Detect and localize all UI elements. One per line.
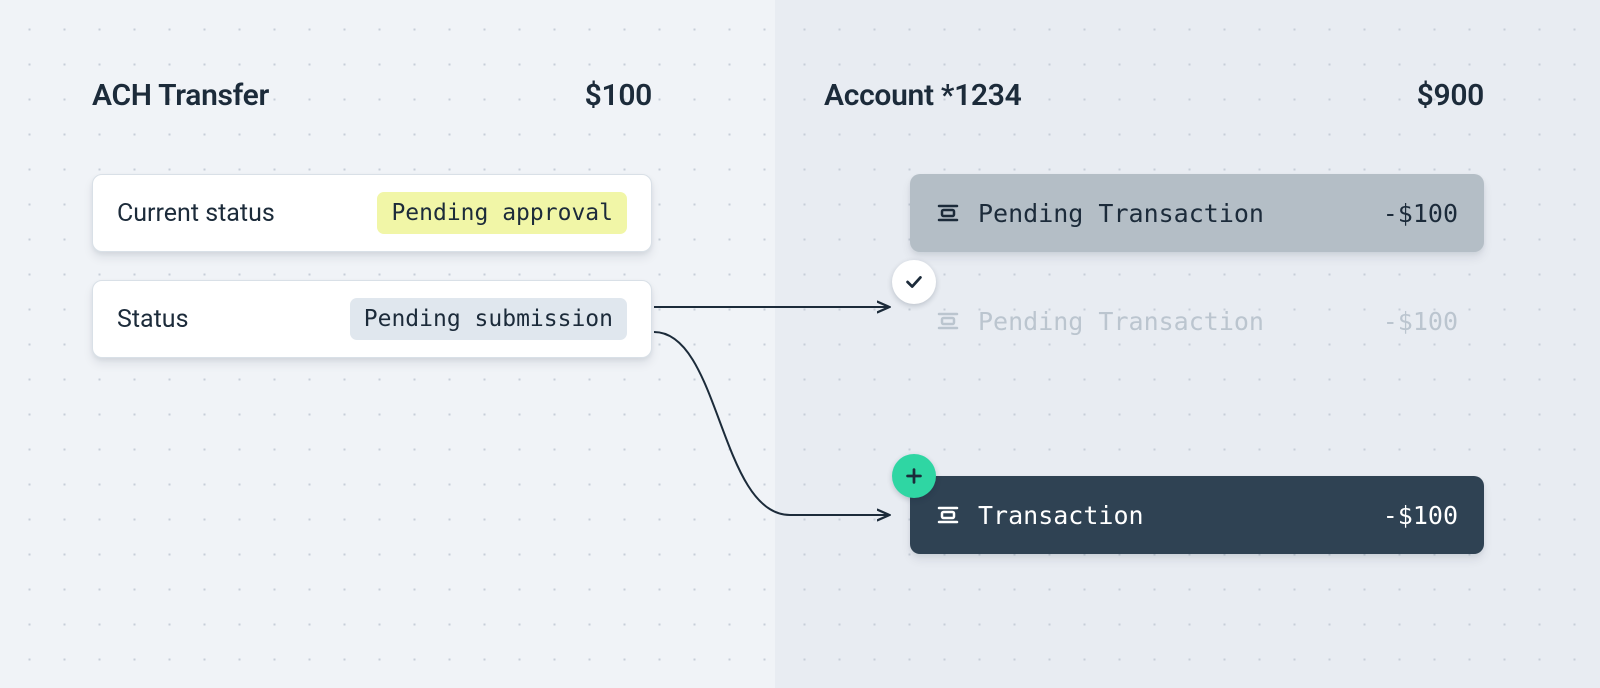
transaction-icon	[936, 201, 960, 225]
pending-transaction-label: Pending Transaction	[978, 199, 1365, 228]
transaction-amount: -$100	[1383, 501, 1458, 530]
check-badge	[892, 260, 936, 304]
diagram-stage: ACH Transfer $100 Account *1234 $900 Cur…	[0, 0, 1600, 688]
current-status-card: Current status Pending approval	[92, 174, 652, 252]
transaction-icon	[936, 503, 960, 527]
pending-transaction-ghost-row: Pending Transaction -$100	[910, 282, 1484, 360]
current-status-value: Pending approval	[377, 192, 627, 234]
status-label: Status	[117, 305, 188, 334]
status-card: Status Pending submission	[92, 280, 652, 358]
left-title: ACH Transfer	[92, 78, 269, 113]
pending-transaction-ghost-amount: -$100	[1383, 307, 1458, 336]
left-amount: $100	[585, 78, 652, 113]
plus-badge	[892, 454, 936, 498]
left-header: ACH Transfer $100	[92, 78, 652, 113]
right-header: Account *1234 $900	[824, 78, 1484, 113]
check-icon	[903, 271, 925, 293]
pending-transaction-ghost-label: Pending Transaction	[978, 307, 1365, 336]
transaction-label: Transaction	[978, 501, 1365, 530]
right-title: Account *1234	[824, 78, 1021, 113]
plus-icon	[903, 465, 925, 487]
transaction-row: Transaction -$100	[910, 476, 1484, 554]
status-value: Pending submission	[350, 298, 627, 340]
right-balance: $900	[1417, 78, 1484, 113]
pending-transaction-amount: -$100	[1383, 199, 1458, 228]
pending-transaction-row: Pending Transaction -$100	[910, 174, 1484, 252]
current-status-label: Current status	[117, 199, 275, 228]
transaction-icon	[936, 309, 960, 333]
